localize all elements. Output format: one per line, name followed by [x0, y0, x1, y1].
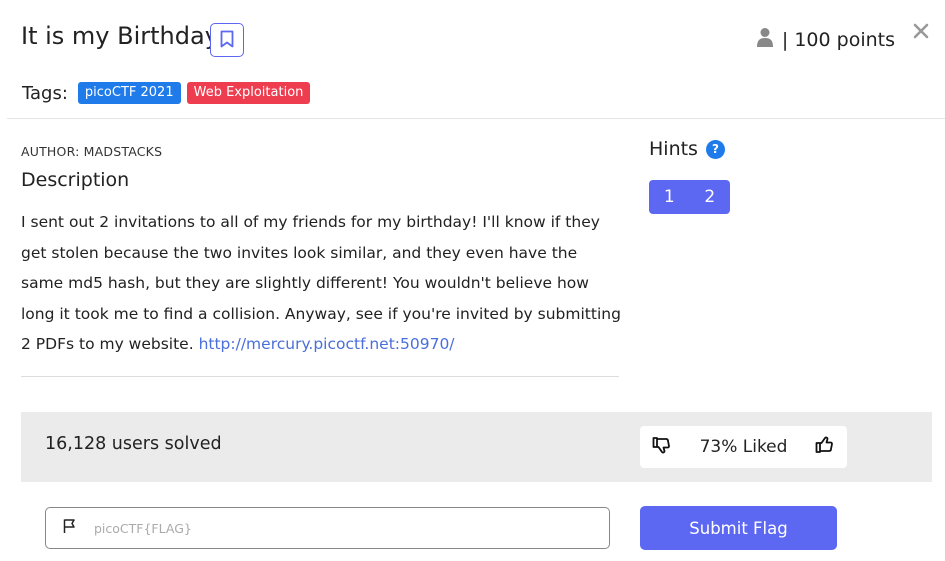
hint-2-button[interactable]: 2 [690, 180, 731, 214]
description-divider [21, 376, 619, 377]
hints-heading: Hints ? [649, 138, 725, 160]
points-label: | 100 points [781, 28, 895, 51]
tags-label: Tags: [22, 82, 68, 104]
author-label: AUTHOR: MADSTACKS [21, 144, 163, 159]
description-body: I sent out 2 invitations to all of my fr… [21, 213, 621, 353]
flag-icon [62, 518, 78, 538]
points-indicator: | 100 points [756, 27, 895, 52]
close-icon [913, 23, 929, 43]
tags-row: Tags: picoCTF 2021 Web Exploitation [22, 82, 311, 104]
thumbs-down-icon[interactable] [652, 435, 672, 459]
page-title: It is my Birthday [21, 22, 219, 50]
challenge-link[interactable]: http://mercury.picoctf.net:50970/ [199, 335, 455, 353]
hints-label: Hints [649, 138, 698, 160]
stats-bar: 16,128 users solved 73% Liked [21, 412, 932, 482]
submit-flag-button[interactable]: Submit Flag [640, 506, 837, 550]
close-button[interactable] [910, 22, 932, 44]
hint-button-group: 1 2 [649, 180, 730, 214]
thumbs-up-icon[interactable] [815, 435, 835, 459]
hint-1-button[interactable]: 1 [649, 180, 690, 214]
bookmark-button[interactable] [210, 23, 244, 57]
help-icon[interactable]: ? [705, 139, 725, 159]
bookmark-icon [220, 30, 234, 51]
user-icon [756, 27, 774, 52]
tag-web-exploitation[interactable]: Web Exploitation [186, 82, 311, 104]
description-text: I sent out 2 invitations to all of my fr… [21, 207, 621, 360]
users-solved-count: 16,128 users solved [45, 434, 222, 454]
liked-percentage: 73% Liked [699, 437, 788, 457]
header-divider [7, 118, 945, 119]
like-widget: 73% Liked [640, 426, 847, 468]
tag-picoctf-2021[interactable]: picoCTF 2021 [77, 82, 181, 104]
flag-input[interactable] [94, 520, 574, 536]
description-heading: Description [21, 169, 130, 191]
flag-input-field [45, 507, 610, 549]
